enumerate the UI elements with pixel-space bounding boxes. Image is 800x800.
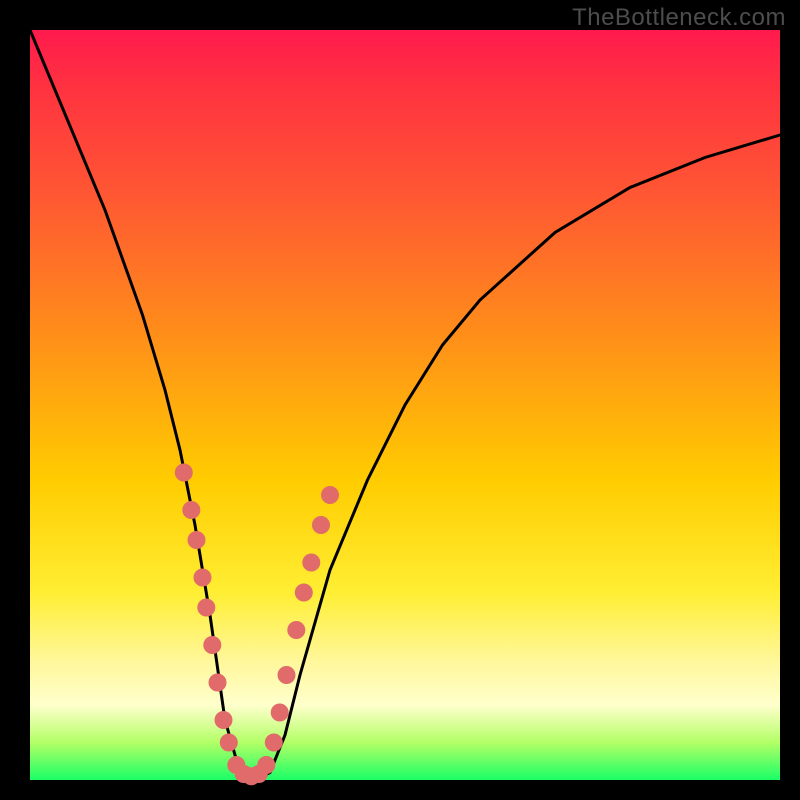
data-marker	[271, 704, 289, 722]
curve-svg	[30, 30, 780, 780]
data-marker	[209, 674, 227, 692]
data-marker	[302, 554, 320, 572]
data-marker	[203, 636, 221, 654]
watermark-text: TheBottleneck.com	[572, 4, 786, 32]
bottleneck-curve	[30, 30, 780, 780]
data-marker	[257, 756, 275, 774]
data-marker	[265, 734, 283, 752]
data-marker	[194, 569, 212, 587]
data-marker	[287, 621, 305, 639]
data-marker	[197, 599, 215, 617]
data-marker	[188, 531, 206, 549]
data-marker	[220, 734, 238, 752]
chart-frame: TheBottleneck.com	[0, 0, 800, 800]
data-marker	[278, 666, 296, 684]
data-marker	[321, 486, 339, 504]
data-marker	[215, 711, 233, 729]
data-marker	[312, 516, 330, 534]
data-marker	[295, 584, 313, 602]
data-marker	[175, 464, 193, 482]
data-marker	[182, 501, 200, 519]
plot-area	[30, 30, 780, 780]
